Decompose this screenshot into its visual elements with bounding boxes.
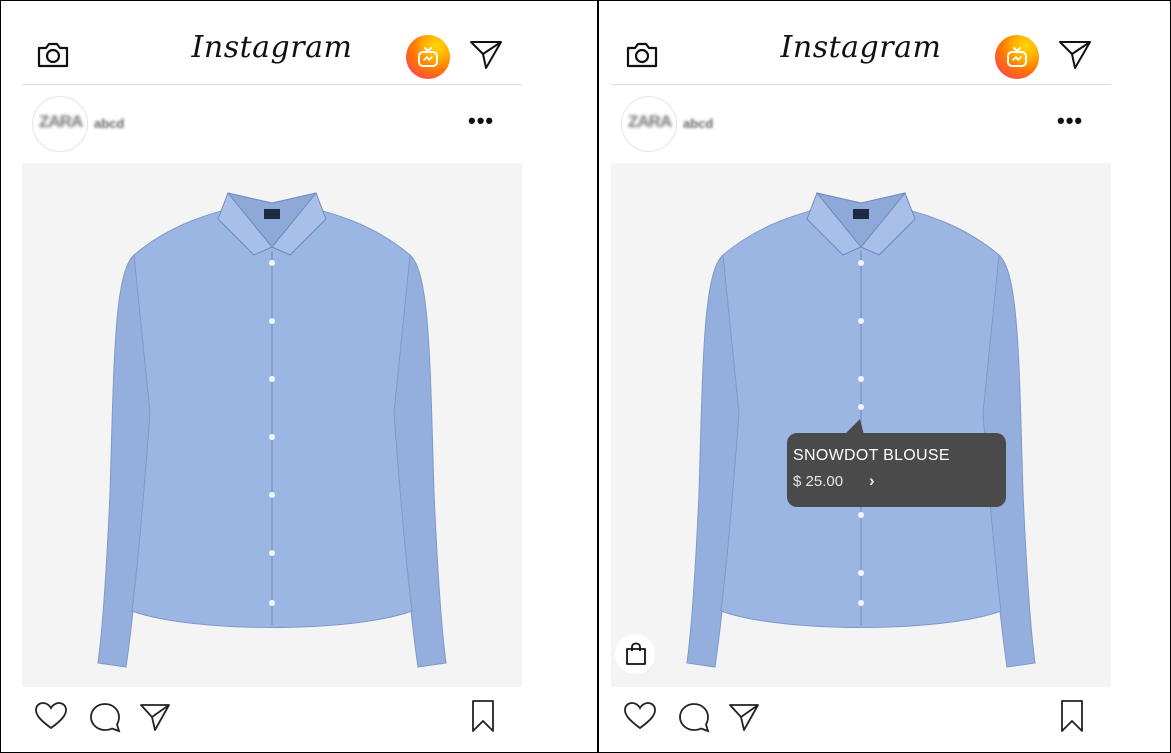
igtv-icon: [418, 47, 438, 67]
camera-icon[interactable]: [36, 40, 70, 70]
post-actions: [22, 697, 522, 741]
post-image[interactable]: [22, 163, 522, 687]
paper-plane-icon[interactable]: [1057, 38, 1093, 72]
app-logo: Instagram: [780, 30, 942, 65]
avatar[interactable]: ZARA: [32, 96, 88, 152]
bookmark-icon[interactable]: [1059, 699, 1085, 733]
shopping-bag-icon: [626, 642, 646, 665]
post-image[interactable]: SNOWDOT BLOUSE $ 25.00 ›: [611, 163, 1111, 687]
heart-icon[interactable]: [34, 701, 68, 731]
comment-bubble-icon[interactable]: [677, 701, 711, 733]
username[interactable]: abcd: [683, 116, 713, 131]
product-price: $ 25.00: [793, 473, 844, 490]
username[interactable]: abcd: [94, 116, 124, 131]
shopping-bag-button[interactable]: [615, 634, 655, 674]
paper-plane-icon[interactable]: [727, 701, 761, 733]
post-actions: [611, 697, 1111, 741]
paper-plane-icon[interactable]: [138, 701, 172, 733]
app-logo: Instagram: [191, 30, 353, 65]
more-dots-icon[interactable]: •••: [468, 108, 494, 134]
comment-bubble-icon[interactable]: [88, 701, 122, 733]
shirt-image: [97, 192, 447, 668]
igtv-icon: [1007, 47, 1027, 67]
avatar-logo-text: ZARA: [628, 112, 672, 131]
heart-icon[interactable]: [623, 701, 657, 731]
paper-plane-icon[interactable]: [468, 38, 504, 72]
product-tag-tooltip[interactable]: SNOWDOT BLOUSE $ 25.00 ›: [787, 433, 1006, 507]
top-bar: Instagram: [22, 14, 522, 85]
product-name: SNOWDOT BLOUSE: [793, 447, 950, 464]
panel-divider: [597, 0, 599, 753]
igtv-button[interactable]: [406, 35, 450, 79]
igtv-button[interactable]: [995, 35, 1039, 79]
camera-icon[interactable]: [625, 40, 659, 70]
post-header: ZARA abcd •••: [611, 96, 1111, 154]
post-header: ZARA abcd •••: [22, 96, 522, 154]
avatar-logo-text: ZARA: [39, 112, 83, 131]
top-bar: Instagram: [611, 14, 1111, 85]
chevron-right-icon: ›: [869, 471, 875, 490]
instagram-post-panel-right: Instagram ZARA abcd ••• SNOWDOT BLOUSE $…: [611, 0, 1111, 753]
more-dots-icon[interactable]: •••: [1057, 108, 1083, 134]
bookmark-icon[interactable]: [470, 699, 496, 733]
instagram-post-panel-left: Instagram ZARA abcd •••: [22, 0, 522, 753]
avatar[interactable]: ZARA: [621, 96, 677, 152]
